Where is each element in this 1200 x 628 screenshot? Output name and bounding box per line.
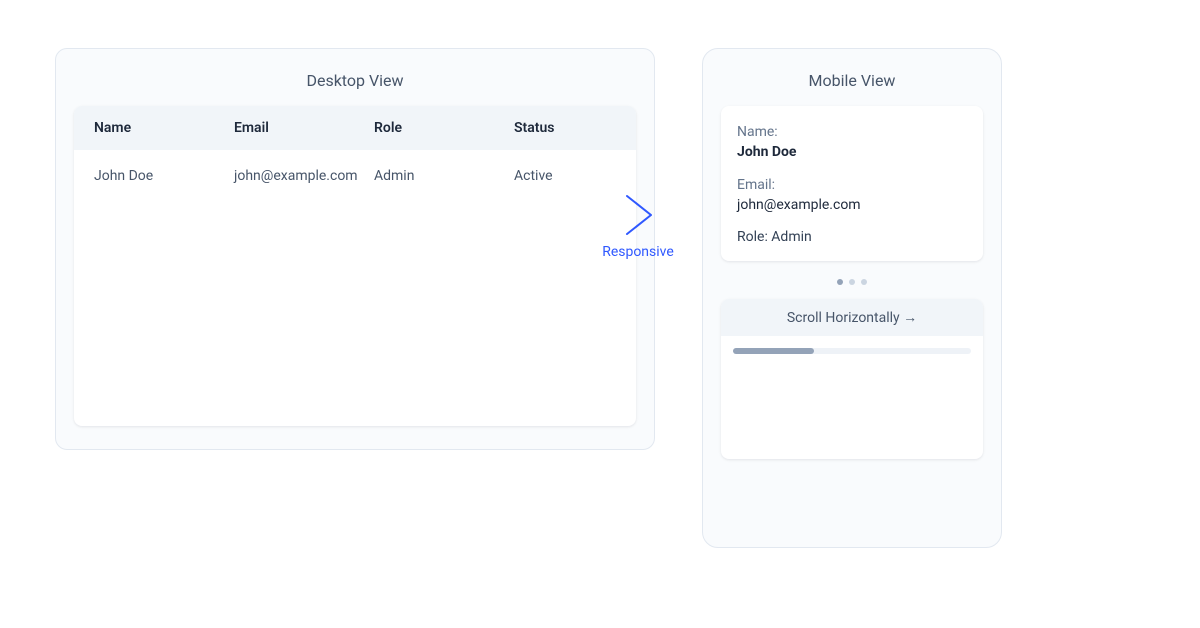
data-table: Name Email Role Status John Doe john@exa… [74,106,636,426]
col-header-role: Role [374,120,514,136]
scroll-title: Scroll Horizontally → [721,299,983,336]
field-name: Name: John Doe [737,122,967,163]
mobile-title: Mobile View [721,71,983,90]
field-role: Role: Admin [737,227,967,247]
record-card: Name: John Doe Email: john@example.com R… [721,106,983,261]
pagination-dots[interactable] [721,279,983,285]
cell-name: John Doe [94,168,234,184]
col-header-status: Status [514,120,616,136]
cell-status: Active [514,168,616,184]
scrollbar-track[interactable] [733,348,971,354]
desktop-panel: Desktop View Name Email Role Status John… [55,48,655,450]
table-header-row: Name Email Role Status [74,106,636,150]
label-name: Name: [737,124,778,140]
responsive-label: Responsive [598,244,678,260]
mobile-panel: Mobile View Name: John Doe Email: john@e… [702,48,1002,548]
cell-email: john@example.com [234,168,374,184]
table-row: John Doe john@example.com Admin Active [74,150,636,202]
responsive-arrow: Responsive [598,190,678,260]
value-name: John Doe [737,142,967,162]
cell-role: Admin [374,168,514,184]
desktop-title: Desktop View [74,71,636,90]
role-line: Role: Admin [737,229,812,245]
label-email: Email: [737,177,775,193]
value-email: john@example.com [737,195,967,215]
scrollbar[interactable] [721,336,983,354]
col-header-email: Email [234,120,374,136]
page-dot-1[interactable] [837,279,843,285]
col-header-name: Name [94,120,234,136]
page-dot-2[interactable] [849,279,855,285]
chevron-right-icon [613,190,663,240]
page-dot-3[interactable] [861,279,867,285]
scrollbar-thumb[interactable] [733,348,814,354]
horizontal-scroll-card: Scroll Horizontally → [721,299,983,459]
field-email: Email: john@example.com [737,175,967,216]
